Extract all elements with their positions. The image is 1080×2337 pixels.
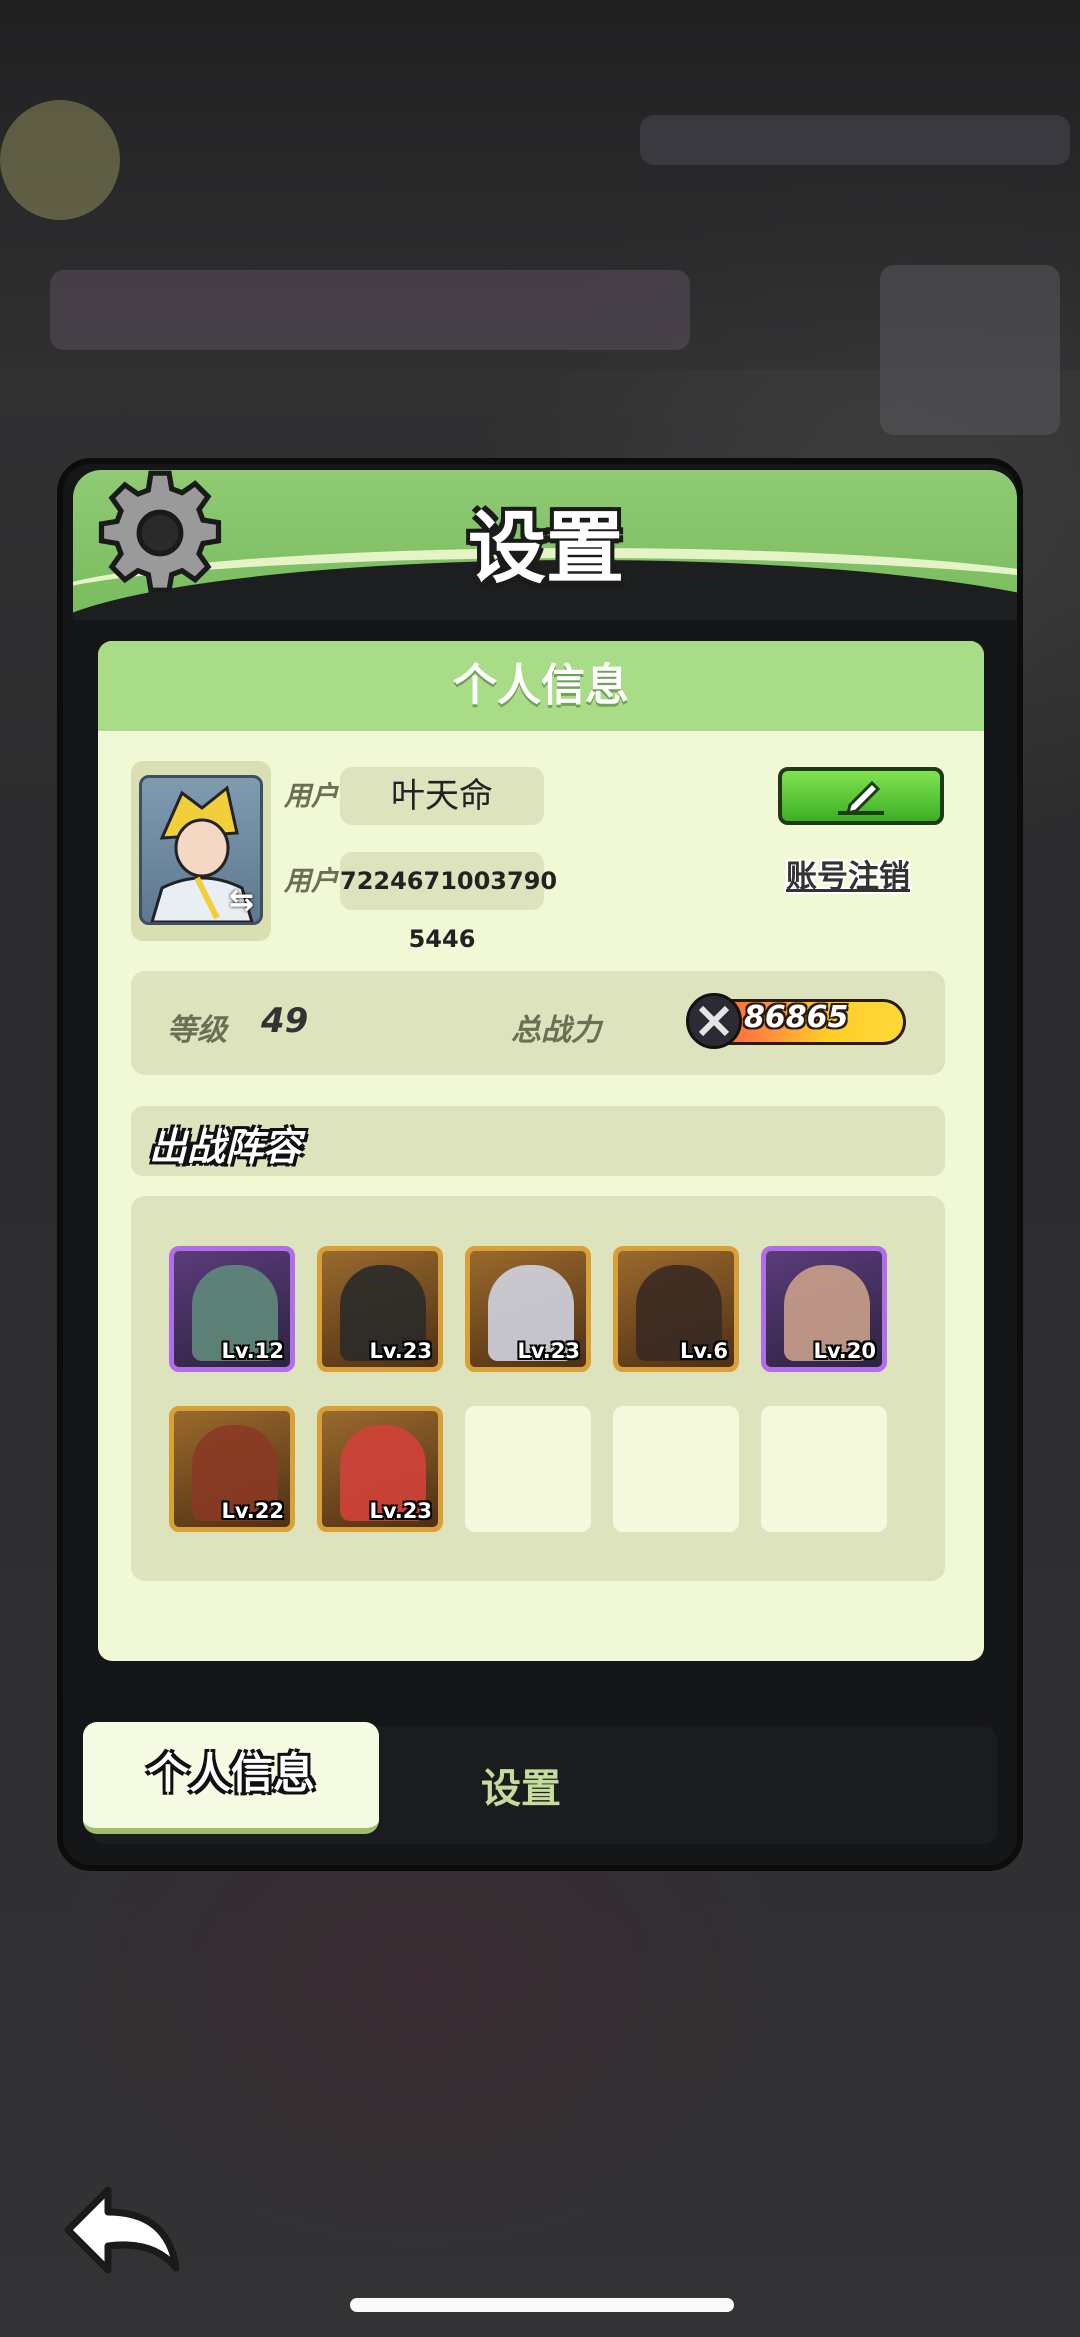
power-label: 总战力 [511,1013,601,1048]
empty-hero-slot[interactable] [465,1406,591,1532]
avatar-frame[interactable]: ⇆ [131,761,271,941]
nickname-field: 叶天命 [340,767,544,825]
stats-row: 等级 49 总战力 86865 [131,971,945,1075]
dialog-title: 设置 [467,504,624,594]
hero-slot[interactable]: Lv.23 [317,1406,443,1532]
lineup-grid: Lv.12 Lv.23 Lv.23 Lv.6 Lv.20 Lv.22 Lv.23 [131,1196,945,1581]
hero-level: Lv.23 [517,1339,580,1363]
home-indicator[interactable] [350,2298,734,2312]
hero-slot[interactable]: Lv.23 [317,1246,443,1372]
back-arrow-icon[interactable] [58,2180,190,2280]
hero-level: Lv.23 [369,1499,432,1523]
hero-level: Lv.23 [369,1339,432,1363]
profile-card: 个人信息 ⇆ 用户昵称 叶天命 用户 ID 7224671003790 5446 [98,641,984,1661]
hero-slot[interactable]: Lv.20 [761,1246,887,1372]
hud-hero-row-blur [50,270,690,350]
crossed-swords-icon [686,993,742,1049]
hero-level: Lv.6 [680,1339,728,1363]
pencil-icon [838,780,884,816]
edit-nickname-button[interactable] [778,767,944,825]
user-id-field: 7224671003790 5446 [340,852,557,953]
empty-hero-slot[interactable] [761,1406,887,1532]
user-id-value: 7224671003790 5446 [340,867,558,953]
hero-level: Lv.20 [813,1339,876,1363]
lineup-title: 出战阵容 [149,1125,302,1169]
swap-icon[interactable]: ⇆ [229,883,254,918]
hero-slot[interactable]: Lv.23 [465,1246,591,1372]
power-value: 86865 [744,1000,849,1035]
hero-level: Lv.22 [221,1499,284,1523]
hero-level: Lv.12 [221,1339,284,1363]
section-header: 个人信息 [98,641,984,731]
empty-hero-slot[interactable] [613,1406,739,1532]
account-cancel-link[interactable]: 账号注销 [786,851,910,896]
tab-profile[interactable]: 个人信息 [83,1722,379,1834]
level-value: 49 [261,1001,309,1041]
hud-resource-bar-blur [640,115,1070,165]
level-label: 等级 [167,1013,227,1048]
avatar[interactable]: ⇆ [139,775,263,925]
hud-avatar-blur [0,100,120,220]
settings-dialog: 设置 个人信息 ⇆ 用户昵称 叶天命 用户 ID 7224671003790 5… [57,458,1023,1871]
hero-slot[interactable]: Lv.12 [169,1246,295,1372]
hero-slot[interactable]: Lv.6 [613,1246,739,1372]
lineup-header: 出战阵容 [131,1106,945,1176]
nickname-value: 叶天命 [391,776,493,816]
hero-slot[interactable]: Lv.22 [169,1406,295,1532]
tab-settings[interactable]: 设置 [481,1756,561,1814]
tab-bar: 个人信息 设置 [83,1722,997,1844]
hud-minimap-blur [880,265,1060,435]
power-badge: 86865 [686,993,926,1049]
